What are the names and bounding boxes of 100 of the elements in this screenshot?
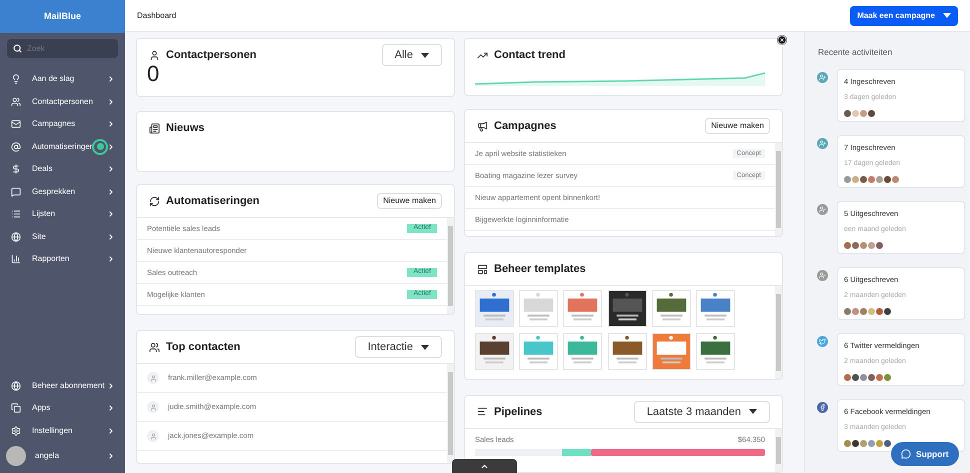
sidebar-item[interactable]: Deals: [0, 158, 125, 180]
nav-icon: [11, 164, 21, 174]
scrollbar[interactable]: [775, 428, 782, 472]
chevron-icon: [107, 382, 115, 390]
card-icon: [149, 50, 160, 60]
avatar: [147, 401, 159, 413]
nav-label: Instellingen: [32, 424, 74, 437]
sidebar-item[interactable]: Apps: [0, 397, 125, 420]
chevron-icon: [107, 98, 115, 106]
activity-icon: [817, 72, 828, 83]
sidebar-item[interactable]: Lijsten: [0, 203, 125, 226]
chevron-icon: [107, 188, 115, 196]
nav-icon: [11, 426, 21, 436]
nav-label: Aan de slag: [32, 73, 76, 86]
nav-icon: [11, 142, 21, 152]
nav-label: Gesprekken: [32, 186, 76, 198]
avatar: [6, 446, 26, 466]
card-title: Beheer templates: [494, 262, 586, 277]
card-title: Automatiseringen: [166, 194, 260, 209]
sidebar-item[interactable]: Rapporten: [0, 248, 125, 270]
nav-icon: [11, 403, 21, 414]
activity-icon: [817, 336, 828, 347]
avatar: [147, 430, 159, 442]
chat-icon: [901, 449, 911, 459]
sidebar-item[interactable]: Aan de slag: [0, 68, 125, 90]
chevron-icon: [107, 426, 115, 435]
card-icon: [477, 120, 488, 132]
chevron-icon: [107, 255, 115, 264]
caret-icon: [421, 344, 429, 350]
nav-icon: [11, 119, 21, 130]
sidebar-item[interactable]: Gesprekken: [0, 180, 125, 203]
nav-label: Automatiseringen: [32, 140, 96, 153]
filter-dropdown[interactable]: Laatste 3 maanden: [634, 400, 770, 423]
activity-icon: [817, 204, 828, 215]
card-icon: [477, 406, 488, 418]
caret-icon: [943, 13, 951, 18]
scrollbar[interactable]: [775, 286, 782, 380]
page-title: Dashboard: [137, 10, 176, 22]
card-icon: [477, 264, 488, 275]
nav-label: Apps: [32, 402, 52, 414]
scrollbar[interactable]: [775, 143, 782, 236]
chevron-icon: [107, 210, 115, 218]
nav-label: Site: [32, 230, 47, 243]
caret-icon: [421, 52, 429, 58]
nav-label: Campagnes: [32, 118, 76, 130]
nav-label: Lijsten: [32, 208, 56, 220]
chevron-icon: [107, 120, 115, 128]
scrollbar[interactable]: [447, 364, 454, 463]
sidebar-item[interactable]: Site: [0, 226, 125, 248]
card-title: Contact trend: [494, 48, 566, 63]
chevron-icon: [107, 232, 115, 241]
sidebar-item[interactable]: Instellingen: [0, 420, 125, 442]
user-menu[interactable]: angela: [0, 442, 125, 470]
card-icon: [149, 342, 160, 352]
card-title: Contactpersonen: [166, 48, 256, 63]
collapse-tab[interactable]: [452, 459, 517, 473]
close-icon[interactable]: [777, 35, 787, 45]
scrollbar[interactable]: [447, 218, 454, 314]
card-title: Campagnes: [494, 119, 556, 134]
activity-icon: [817, 138, 828, 149]
card-title: Top contacten: [166, 340, 240, 355]
chevron-icon: [107, 452, 115, 460]
chevron-icon: [107, 75, 115, 84]
avatar: [147, 372, 159, 384]
nav-icon: [11, 96, 21, 107]
nav-icon: [11, 232, 21, 242]
search-icon: [13, 44, 22, 53]
user-name: angela: [35, 450, 60, 462]
sidebar-item[interactable]: Automatiseringen: [0, 136, 125, 158]
chevron-icon: [107, 165, 115, 174]
sidebar-item[interactable]: Campagnes: [0, 113, 125, 136]
nav-icon: [11, 186, 21, 197]
sidebar-item[interactable]: Contactpersonen: [0, 90, 125, 113]
new-campaign-button[interactable]: Nieuwe maken: [705, 118, 770, 134]
contact-count: 0: [146, 63, 160, 85]
brand-logo: MailBlue: [44, 10, 81, 23]
nav-label: Beheer abonnement: [32, 380, 106, 392]
card-title: Nieuws: [166, 120, 205, 136]
nav-label: Deals: [32, 163, 54, 176]
support-button[interactable]: Support: [891, 442, 959, 466]
nav-icon: [11, 254, 21, 264]
panel-title: Recente activiteiten: [818, 46, 894, 59]
create-campaign-button[interactable]: Maak een campagne: [850, 6, 958, 26]
chevron-icon: [107, 404, 115, 412]
card-icon: [149, 196, 160, 206]
nav-icon: [11, 380, 21, 391]
filter-dropdown[interactable]: Interactie: [354, 336, 442, 358]
chevron-icon: [107, 142, 115, 151]
nav-icon: [11, 74, 21, 84]
caret-icon: [749, 409, 757, 414]
sidebar-item[interactable]: Beheer abonnement: [0, 374, 125, 397]
nav-icon: [11, 209, 21, 220]
filter-dropdown[interactable]: Alle: [382, 44, 442, 66]
card-icon: [149, 122, 160, 134]
new-automation-button[interactable]: Nieuwe maken: [377, 193, 442, 209]
nav-label: Contactpersonen: [32, 96, 94, 108]
activity-icon: [817, 402, 828, 413]
card-title: Pipelines: [494, 404, 542, 420]
nav-label: Rapporten: [32, 253, 70, 266]
activity-icon: [817, 270, 828, 281]
